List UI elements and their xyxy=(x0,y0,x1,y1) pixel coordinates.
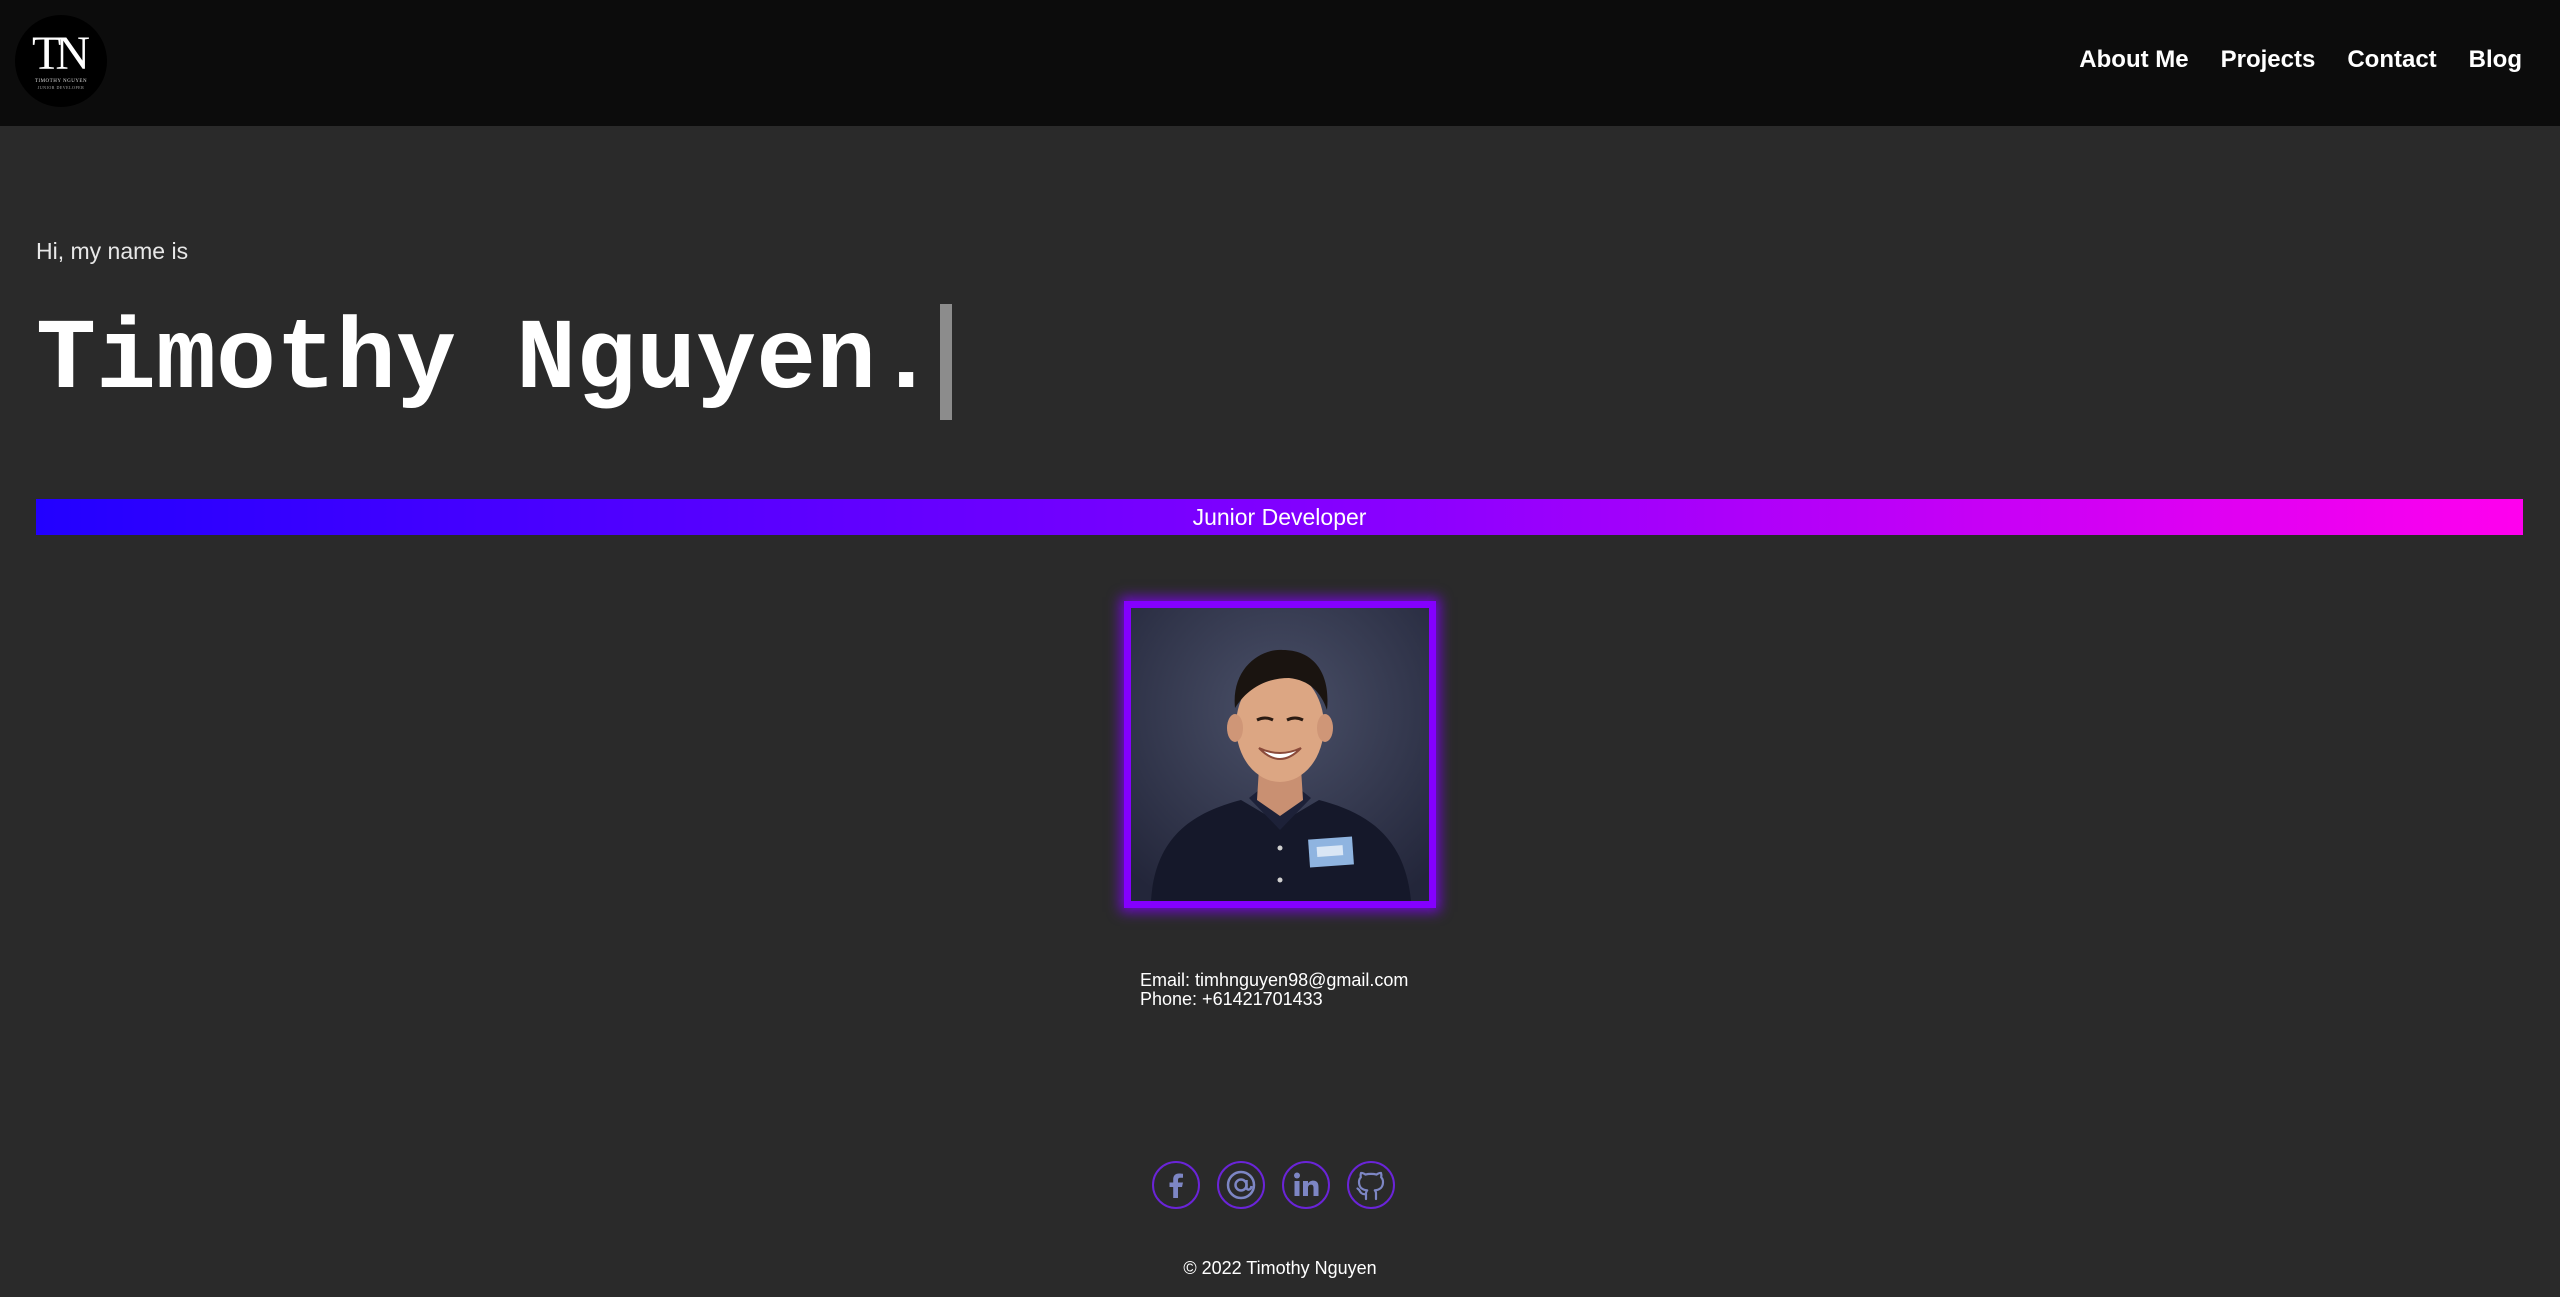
typing-cursor xyxy=(940,304,953,420)
profile-photo xyxy=(1124,601,1436,908)
logo-name: TIMOTHY NGUYEN xyxy=(34,79,88,84)
top-navigation-bar: TN TIMOTHY NGUYEN JUNIOR DEVELOPER About… xyxy=(0,0,2560,126)
github-icon xyxy=(1356,1171,1385,1201)
footer-copyright: © 2022 Timothy Nguyen xyxy=(1183,1258,1377,1278)
role-title: Junior Developer xyxy=(1192,503,1367,530)
linkedin-link[interactable] xyxy=(1282,1161,1330,1209)
hero-greeting: Hi, my name is xyxy=(36,238,189,264)
logo-subtitle: JUNIOR DEVELOPER xyxy=(37,85,85,90)
email-at-icon xyxy=(1226,1170,1256,1200)
email-link[interactable] xyxy=(1217,1161,1265,1209)
logo-monogram: TN xyxy=(32,27,90,80)
role-banner: Junior Developer xyxy=(36,499,2523,535)
nav-projects[interactable]: Projects xyxy=(2221,46,2316,74)
nav-about-me[interactable]: About Me xyxy=(2079,46,2188,74)
main-nav: About Me Projects Contact Blog xyxy=(2079,46,2522,74)
facebook-icon xyxy=(1169,1173,1183,1198)
contact-details: Email: timhnguyen98@gmail.com Phone: +61… xyxy=(1140,971,1408,1009)
social-links xyxy=(1152,1161,1395,1209)
nav-contact[interactable]: Contact xyxy=(2347,46,2436,74)
contact-email[interactable]: Email: timhnguyen98@gmail.com xyxy=(1140,971,1408,990)
facebook-link[interactable] xyxy=(1152,1161,1200,1209)
linkedin-icon xyxy=(1294,1172,1319,1196)
hero-name: Timothy Nguyen. xyxy=(36,305,937,418)
hero-name-row: Timothy Nguyen. xyxy=(36,300,953,424)
tn-logo[interactable]: TN TIMOTHY NGUYEN JUNIOR DEVELOPER xyxy=(15,15,107,107)
contact-phone[interactable]: Phone: +61421701433 xyxy=(1140,990,1408,1009)
github-link[interactable] xyxy=(1347,1161,1395,1209)
nav-blog[interactable]: Blog xyxy=(2469,46,2522,74)
